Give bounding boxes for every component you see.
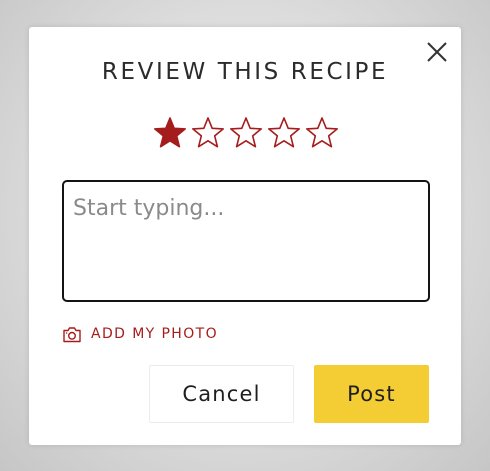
- star-2-icon[interactable]: [191, 116, 225, 150]
- star-5-icon[interactable]: [305, 116, 339, 150]
- cancel-button[interactable]: Cancel: [149, 365, 294, 423]
- post-button[interactable]: Post: [314, 365, 429, 423]
- review-textarea[interactable]: [64, 182, 428, 300]
- add-photo-link[interactable]: ADD MY PHOTO: [62, 324, 218, 344]
- add-photo-label: ADD MY PHOTO: [91, 326, 219, 342]
- star-3-icon[interactable]: [229, 116, 263, 150]
- star-4-icon[interactable]: [267, 116, 301, 150]
- star-rating: [153, 116, 343, 152]
- review-textarea-wrapper: [62, 180, 430, 302]
- review-dialog: REVIEW THIS RECIPE ADD MY PHOTO Cancel P…: [29, 27, 461, 445]
- dialog-title: REVIEW THIS RECIPE: [101, 59, 389, 85]
- camera-icon: [63, 326, 81, 342]
- star-1-icon[interactable]: [153, 116, 187, 150]
